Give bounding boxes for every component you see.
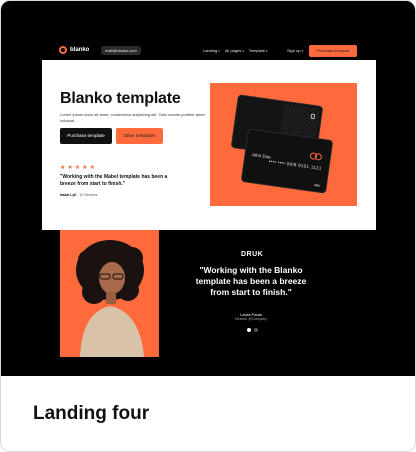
testimonial-role: Director @Company — [235, 317, 267, 321]
chevron-down-icon: ▾ — [301, 49, 304, 53]
slider-dot-2 — [254, 328, 258, 332]
hero-section: Blanko template Lorem ipsum dolor sit am… — [42, 60, 376, 230]
hero-quote: "Working with the Mabel template has bee… — [60, 174, 168, 187]
template-preview[interactable]: blanko mail@blanko.com Landing▾ All page… — [1, 1, 415, 376]
slider-dots — [247, 328, 258, 332]
email-pill: mail@blanko.com — [101, 46, 141, 55]
chevron-down-icon: ▾ — [265, 49, 268, 53]
hero-purchase-button: Purchase template — [60, 128, 112, 144]
testimonial-portrait — [60, 230, 159, 357]
hero-other-templates-button: Other templates — [116, 128, 163, 144]
credit-card-front: John Doe •••• •••• 06/8 9101 1121 — [240, 128, 334, 194]
card-number: •••• •••• 06/8 9101 1121 — [268, 158, 322, 171]
chevron-down-icon: ▾ — [242, 49, 244, 53]
credit-card-illustration: John Doe •••• •••• 06/8 9101 1121 — [210, 83, 357, 206]
nav-link-template: Template▾ — [248, 48, 268, 53]
logo-icon — [59, 46, 67, 54]
nav-link-all-pages: All pages▾ — [224, 48, 244, 53]
hero-reviewer: Nakai Lyli · 10 Reviews — [60, 193, 98, 197]
brand-logo: DRUK — [241, 251, 264, 258]
testimonial-quote: "Working with the Blanko template has be… — [195, 265, 307, 297]
card-holder-name: John Doe — [251, 152, 271, 160]
template-card[interactable]: blanko mail@blanko.com Landing▾ All page… — [0, 0, 416, 452]
preview-nav: blanko mail@blanko.com Landing▾ All page… — [59, 45, 359, 57]
purchase-template-button: Purchase template — [309, 45, 357, 57]
template-name[interactable]: Landing four — [33, 403, 149, 425]
person-photo — [76, 240, 144, 357]
nav-link-landing: Landing▾ — [203, 48, 220, 53]
signup-link: Sign up ▾ — [287, 48, 304, 53]
chevron-down-icon: ▾ — [218, 49, 220, 53]
hero-subtitle: Lorem ipsum dolor sit amet, consectetur … — [60, 112, 205, 123]
logo-text: blanko — [70, 47, 90, 53]
rating-stars: ★★★★★ — [60, 165, 97, 171]
slider-dot-1 — [247, 328, 251, 332]
logo: blanko — [59, 46, 89, 54]
nav-links: Landing▾ All pages▾ Template▾ — [203, 46, 268, 56]
hero-title: Blanko template — [60, 90, 181, 107]
